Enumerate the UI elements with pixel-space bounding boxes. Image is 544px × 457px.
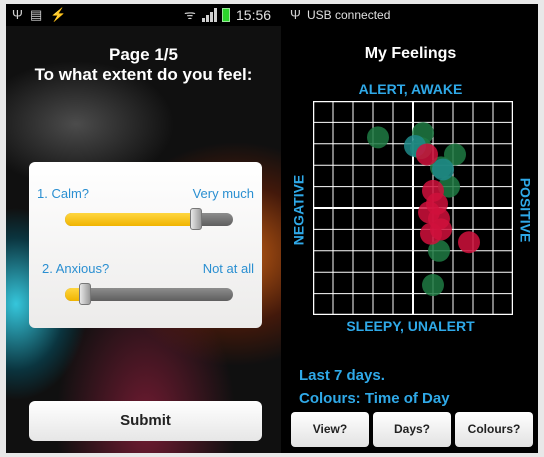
charging-icon: ⚡ [50, 7, 67, 22]
battery-icon [222, 8, 230, 22]
feeling-point[interactable] [416, 143, 438, 166]
axis-label-top: ALERT, AWAKE [358, 81, 463, 97]
question-1-answer: Very much [192, 186, 254, 201]
usb-notification: USB connected [307, 8, 391, 22]
document-icon: ▤ [30, 7, 43, 22]
submit-button[interactable]: Submit [29, 401, 262, 441]
feelings-screen: Ψ USB connected My Feelings ALERT, AWAKE… [283, 4, 538, 453]
wifi-icon: ᯤ [184, 7, 196, 22]
axis-label-bottom: SLEEPY, UNALERT [346, 318, 475, 334]
calm-slider[interactable] [65, 208, 233, 230]
feeling-point[interactable] [458, 231, 480, 254]
question-prompt: To what extent do you feel: [34, 65, 253, 84]
days-button[interactable]: Days? [373, 412, 451, 447]
status-bar: Ψ ▤ ⚡ ᯤ 15:56 [6, 4, 281, 26]
clock: 15:56 [236, 7, 272, 23]
feeling-point[interactable] [432, 158, 454, 181]
status-bar-right: Ψ USB connected [283, 4, 538, 26]
usb-icon: Ψ [12, 7, 23, 22]
feeling-point[interactable] [422, 274, 444, 297]
view-button[interactable]: View? [291, 412, 369, 447]
anxious-slider[interactable] [65, 283, 233, 305]
axis-label-right: POSITIVE [517, 177, 534, 243]
feelings-scatter-chart[interactable] [313, 101, 513, 315]
questionnaire-screen: Ψ ▤ ⚡ ᯤ 15:56 Page 1/5 To what extent do… [6, 4, 281, 453]
colours-button[interactable]: Colours? [455, 412, 533, 447]
colour-mode-label: Colours: Time of Day [299, 390, 450, 407]
device-screens: Ψ ▤ ⚡ ᯤ 15:56 Page 1/5 To what extent do… [6, 4, 538, 453]
calm-slider-fill [65, 213, 196, 226]
page-indicator: Page 1/5 [109, 45, 178, 64]
screen-title: My Feelings [364, 45, 457, 62]
signal-icon [202, 8, 218, 22]
feeling-point[interactable] [367, 126, 389, 149]
question-2-answer: Not at all [202, 261, 254, 276]
calm-slider-thumb[interactable] [190, 208, 202, 230]
question-card: 1. Calm? Very much 2. Anxious? Not at al… [29, 162, 262, 328]
feeling-point[interactable] [420, 222, 442, 245]
usb-icon: Ψ [290, 7, 301, 22]
question-2-label: 2. Anxious? [42, 261, 110, 276]
axis-label-left: NEGATIVE [290, 174, 307, 246]
anxious-slider-thumb[interactable] [79, 283, 91, 305]
question-1-label: 1. Calm? [37, 186, 90, 201]
period-label: Last 7 days. [299, 367, 385, 384]
